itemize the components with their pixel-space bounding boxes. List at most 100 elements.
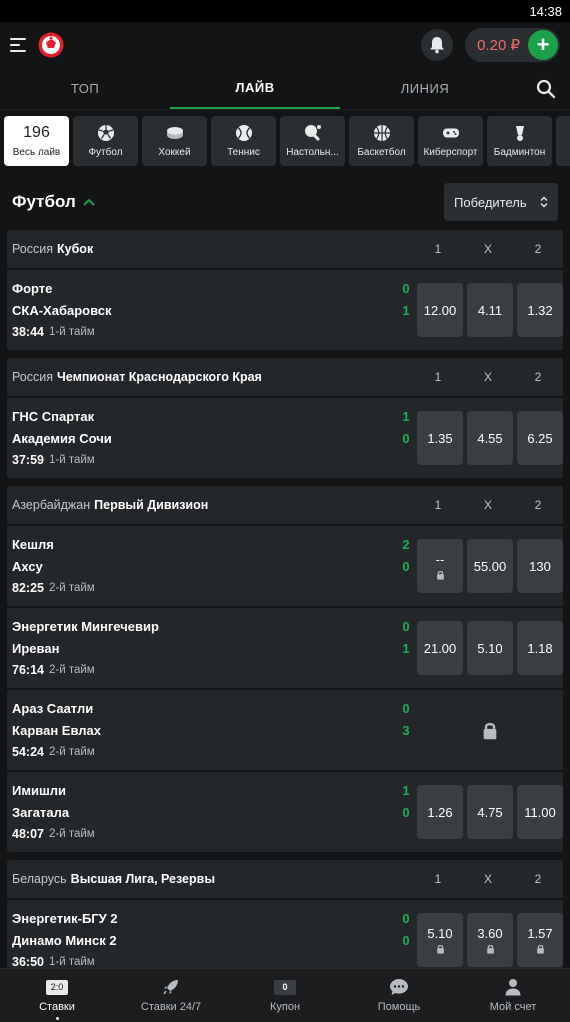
sport-football[interactable]: Футбол <box>73 116 138 166</box>
match-time: 48:07 <box>12 827 44 841</box>
tennis-ball-icon <box>235 125 252 141</box>
odd-1-button[interactable]: 1.26 <box>417 785 463 839</box>
sport-all-live[interactable]: 196 Весь лайв <box>4 116 69 166</box>
league-header[interactable]: Россия Чемпионат Краснодарского Края 1 X 2 <box>7 358 563 396</box>
sport-label: Бадминтон <box>493 147 546 158</box>
nav-coupon[interactable]: 0 Купон <box>228 969 342 1022</box>
hockey-puck-icon <box>166 127 183 139</box>
league-country: Россия <box>12 370 53 384</box>
league-header[interactable]: Россия Кубок 1 X 2 <box>7 230 563 268</box>
league-block: Азербайджан Первый Дивизион 1 X 2 Кешля 2 Ахсу 0… <box>7 486 563 852</box>
odd-1-button[interactable]: 1.35 <box>417 411 463 465</box>
odd-value: 1.26 <box>427 804 453 820</box>
home-score: 2 <box>402 536 410 552</box>
chevron-up-icon[interactable] <box>83 198 95 206</box>
active-indicator <box>55 1017 59 1020</box>
nav-bets-24-7[interactable]: Ставки 24/7 <box>114 969 228 1022</box>
section-title[interactable]: Футбол <box>12 192 76 212</box>
sport-hockey[interactable]: Хоккей <box>142 116 207 166</box>
away-team: Загатала <box>12 804 70 820</box>
home-score: 0 <box>402 618 410 634</box>
sport-more[interactable]: Ба <box>556 116 570 166</box>
odd-2-button[interactable]: 1.32 <box>517 283 563 337</box>
basketball-icon <box>373 125 390 141</box>
league-name: Высшая Лига, Резервы <box>70 872 215 886</box>
odd-x-button[interactable]: 5.10 <box>467 621 513 675</box>
odd-2-button[interactable]: 1.18 <box>517 621 563 675</box>
odd-1-button[interactable]: -- <box>417 539 463 593</box>
notifications-button[interactable] <box>421 29 454 61</box>
away-score: 1 <box>402 302 410 318</box>
league-header[interactable]: Азербайджан Первый Дивизион 1 X 2 <box>7 486 563 524</box>
league-header[interactable]: Беларусь Высшая Лига, Резервы 1 X 2 <box>7 860 563 898</box>
odd-2-button[interactable]: 6.25 <box>517 411 563 465</box>
away-team: Академия Сочи <box>12 430 112 446</box>
odd-x-button[interactable]: 55.00 <box>467 539 513 593</box>
match-time: 54:24 <box>12 745 44 759</box>
balance-amount: 0.20 ₽ <box>477 37 520 54</box>
sport-basketball[interactable]: Баскетбол <box>349 116 414 166</box>
nav-label: Мой счет <box>489 1001 537 1013</box>
home-team: Энергетик-БГУ 2 <box>12 910 118 926</box>
sport-table-tennis[interactable]: Настольн... <box>280 116 345 166</box>
odd-2-button[interactable]: 130 <box>517 539 563 593</box>
nav-help[interactable]: Помощь <box>342 969 456 1022</box>
match-time: 36:50 <box>12 955 44 969</box>
market-select[interactable]: Победитель <box>444 183 558 221</box>
nav-bets[interactable]: 2:0 Ставки <box>0 969 114 1022</box>
home-score: 0 <box>402 700 410 716</box>
odd-1-button[interactable]: 12.00 <box>417 283 463 337</box>
home-team: Имишли <box>12 782 67 798</box>
menu-icon[interactable] <box>10 38 26 52</box>
league-country: Беларусь <box>12 872 67 886</box>
tab-top[interactable]: ТОП <box>0 68 170 109</box>
column-1-header: 1 <box>434 872 442 886</box>
sport-badminton[interactable]: Бадминтон <box>487 116 552 166</box>
odd-2-button[interactable]: 1.57 <box>517 913 563 967</box>
sport-esports[interactable]: Киберспорт <box>418 116 483 166</box>
league-name: Первый Дивизион <box>94 498 209 512</box>
odd-x-button[interactable]: 4.11 <box>467 283 513 337</box>
sport-tennis[interactable]: Теннис <box>211 116 276 166</box>
search-icon[interactable] <box>536 79 556 99</box>
match-period: 1-й тайм <box>48 454 95 466</box>
deposit-button[interactable]: + <box>528 30 558 60</box>
tab-live[interactable]: ЛАЙВ <box>170 68 340 109</box>
logo-icon[interactable] <box>38 32 64 58</box>
league-block: Россия Кубок 1 X 2 Форте 0 СКА-Хабаровск 1 38:44 1… <box>7 230 563 350</box>
sport-label: Футбол <box>88 147 123 158</box>
balance-pill[interactable]: 0.20 ₽ + <box>465 28 560 62</box>
home-score: 0 <box>402 280 410 296</box>
match-row[interactable]: Имишли 1 Загатала 0 48:07 2-й тайм 1.26 4.75 11.… <box>7 772 563 852</box>
odd-value: 21.00 <box>423 640 457 656</box>
sport-label: Весь лайв <box>12 147 61 158</box>
sort-chevrons-icon <box>540 196 548 208</box>
sports-filter: 196 Весь лайв Футбол Хоккей Теннис Насто… <box>0 110 570 172</box>
column-1-header: 1 <box>434 242 442 256</box>
odd-2-button[interactable]: 11.00 <box>517 785 563 839</box>
odd-value: 55.00 <box>473 558 507 574</box>
odd-value: 130 <box>529 558 551 574</box>
match-time: 38:44 <box>12 325 44 339</box>
odd-x-button[interactable]: 3.60 <box>467 913 513 967</box>
table-tennis-icon <box>304 125 321 141</box>
match-row[interactable]: Энергетик Мингечевир 0 Иреван 1 76:14 2-й тай… <box>7 608 563 688</box>
match-row[interactable]: Кешля 2 Ахсу 0 82:25 2-й тайм -- 55.00 130 <box>7 526 563 606</box>
odd-1-button[interactable]: 5.10 <box>417 913 463 967</box>
match-row[interactable]: Араз Саатли 0 Карван Евлах 3 54:24 2-й тайм <box>7 690 563 770</box>
match-row[interactable]: ГНС Спартак 1 Академия Сочи 0 37:59 1-й тайм 1… <box>7 398 563 478</box>
odd-value: 6.25 <box>527 430 553 446</box>
odd-x-button[interactable]: 4.75 <box>467 785 513 839</box>
odd-value: 1.35 <box>427 430 453 446</box>
column-x-header: X <box>483 872 492 886</box>
nav-account[interactable]: Мой счет <box>456 969 570 1022</box>
away-score: 3 <box>402 722 410 738</box>
user-icon <box>505 979 521 996</box>
tab-line[interactable]: ЛИНИЯ <box>340 68 510 109</box>
match-row[interactable]: Форте 0 СКА-Хабаровск 1 38:44 1-й тайм 12.00 4.… <box>7 270 563 350</box>
league-block: Россия Чемпионат Краснодарского Края 1 X 2 ГН… <box>7 358 563 478</box>
sport-label: Теннис <box>227 147 260 158</box>
odd-x-button[interactable]: 4.55 <box>467 411 513 465</box>
lock-icon <box>486 945 494 954</box>
odd-1-button[interactable]: 21.00 <box>417 621 463 675</box>
